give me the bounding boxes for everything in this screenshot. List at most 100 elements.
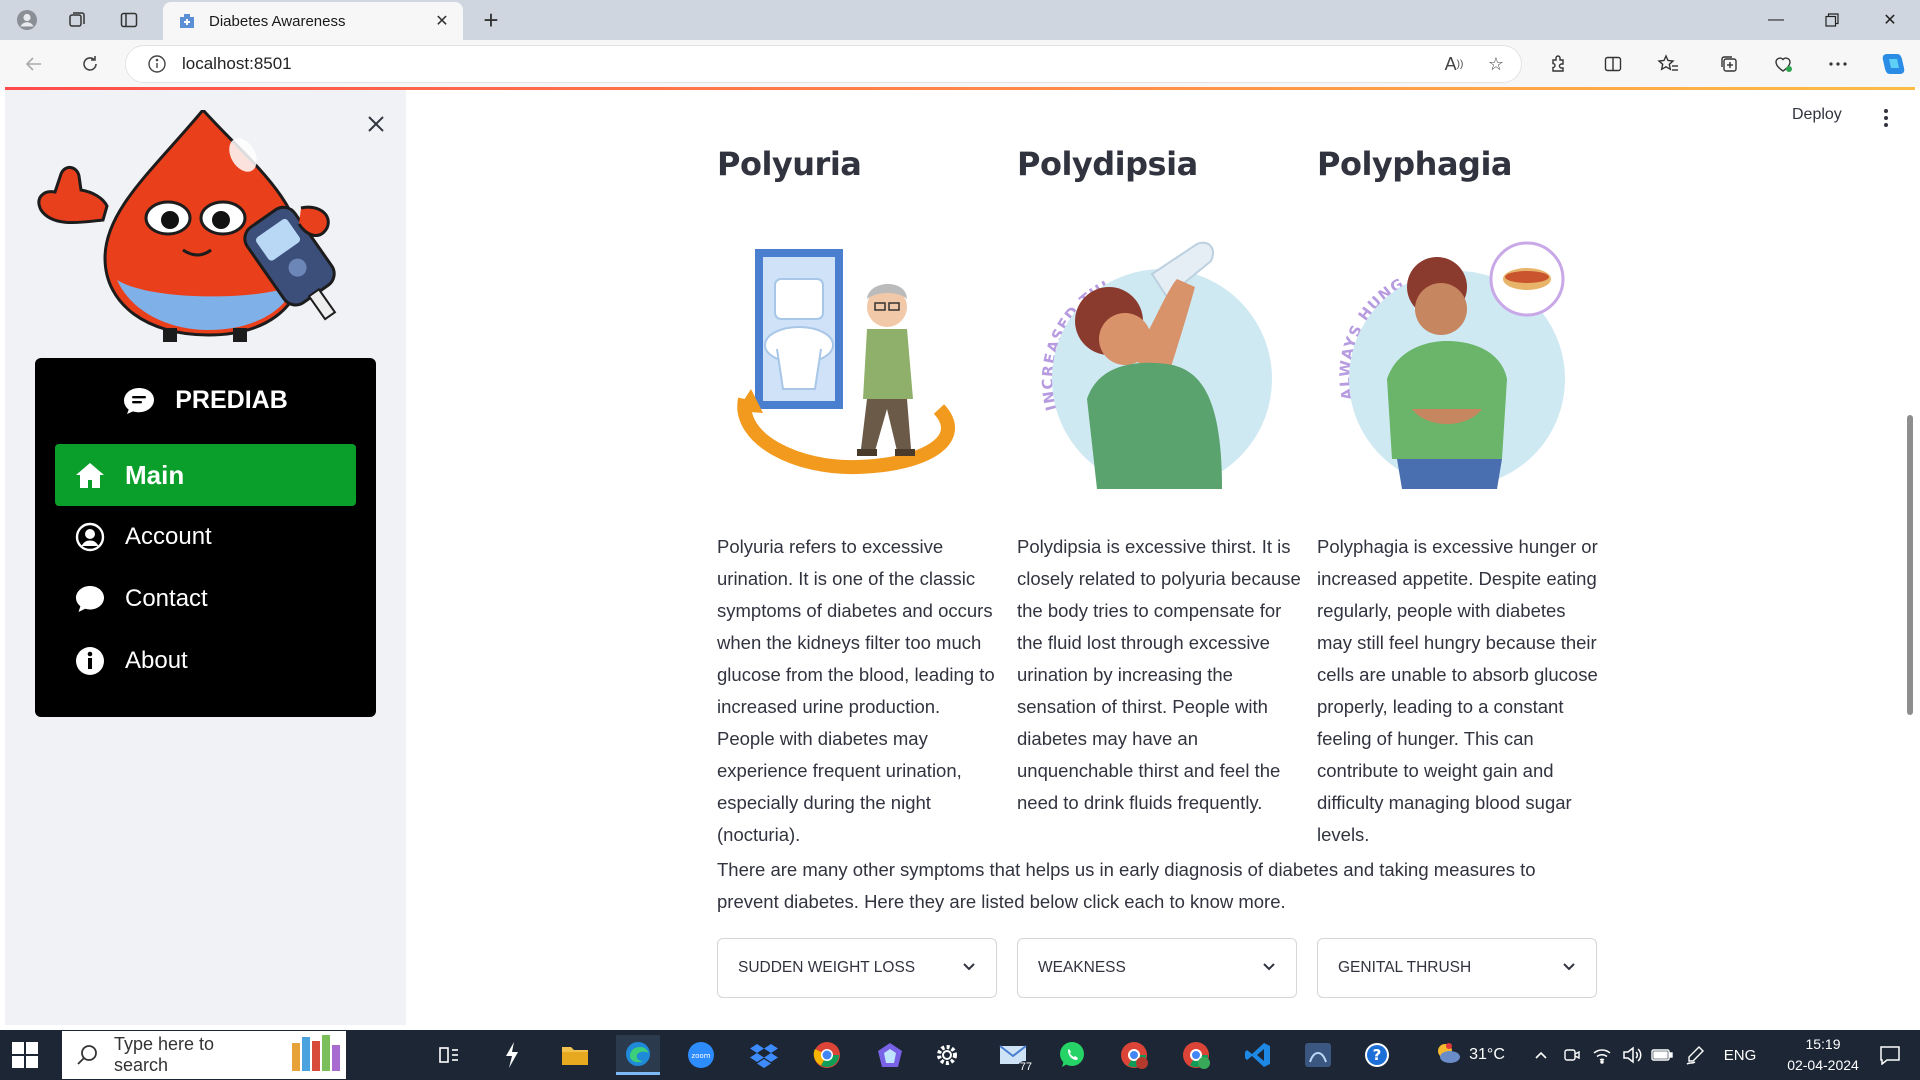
split-screen-icon[interactable] bbox=[1596, 49, 1630, 79]
sidebar-item-about[interactable]: About bbox=[55, 630, 356, 692]
favorite-star-icon[interactable]: ☆ bbox=[1479, 47, 1513, 81]
mail-icon[interactable]: 77 bbox=[992, 1035, 1036, 1075]
blood-drop-mascot-logo bbox=[33, 107, 379, 342]
main-menu-icon[interactable] bbox=[1874, 104, 1898, 132]
site-info-icon[interactable] bbox=[146, 53, 168, 75]
expander-weakness[interactable]: WEAKNESS bbox=[1017, 938, 1297, 998]
expander-label: GENITAL THRUSH bbox=[1338, 959, 1472, 976]
weather-temperature: 31°C bbox=[1469, 1046, 1505, 1063]
search-placeholder: Type here to search bbox=[114, 1034, 215, 1075]
wifi-icon[interactable] bbox=[1590, 1030, 1614, 1080]
back-icon[interactable] bbox=[18, 49, 50, 79]
chevron-down-icon bbox=[1262, 959, 1276, 977]
chat-bubble-icon bbox=[75, 584, 105, 614]
workspaces-icon[interactable] bbox=[62, 6, 92, 34]
volume-icon[interactable] bbox=[1620, 1030, 1644, 1080]
refresh-icon[interactable] bbox=[74, 49, 106, 79]
more-options-icon[interactable] bbox=[1821, 49, 1855, 79]
symptom-title: Polydipsia bbox=[1017, 145, 1198, 183]
meet-now-icon[interactable] bbox=[1560, 1030, 1584, 1080]
notifications-icon[interactable] bbox=[1868, 1030, 1912, 1080]
settings-gear-icon[interactable] bbox=[925, 1035, 969, 1075]
anaconda-app-icon[interactable] bbox=[1296, 1035, 1340, 1075]
window-close-icon[interactable]: ✕ bbox=[1862, 0, 1918, 40]
help-icon[interactable]: ? bbox=[1355, 1035, 1399, 1075]
url-text: localhost:8501 bbox=[182, 54, 292, 73]
browser-essentials-icon[interactable] bbox=[1766, 49, 1800, 79]
profile-icon[interactable] bbox=[12, 6, 42, 34]
chevron-down-icon bbox=[1562, 959, 1576, 977]
chrome-profile-b-icon[interactable] bbox=[1174, 1035, 1218, 1075]
weather-cloudy-icon bbox=[1435, 1042, 1461, 1069]
restore-icon[interactable] bbox=[1804, 0, 1860, 40]
info-icon bbox=[75, 646, 105, 676]
tab-actions-icon[interactable] bbox=[114, 6, 144, 34]
sidebar-item-account[interactable]: Account bbox=[55, 506, 356, 568]
zoom-app-icon[interactable]: zoom bbox=[679, 1035, 723, 1075]
menu-header: PREDIAB bbox=[35, 386, 376, 415]
clock-time: 15:19 bbox=[1805, 1036, 1841, 1052]
file-explorer-icon[interactable] bbox=[553, 1035, 597, 1075]
bolt-app-icon[interactable] bbox=[490, 1035, 534, 1075]
home-icon bbox=[75, 460, 105, 490]
extensions-icon[interactable] bbox=[1541, 49, 1575, 79]
symptom-description: Polydipsia is excessive thirst. It is cl… bbox=[1017, 536, 1301, 813]
symptom-card-polyuria: Polyuria Polyuria refers to excessive ur… bbox=[717, 145, 1002, 851]
windows-start-icon[interactable] bbox=[12, 1042, 38, 1068]
other-symptoms-intro: There are many other symptoms that helps… bbox=[717, 859, 1536, 912]
sidebar-item-label: Main bbox=[125, 459, 185, 490]
read-aloud-icon[interactable]: A)) bbox=[1437, 47, 1471, 81]
sidebar-item-main[interactable]: Main bbox=[55, 444, 356, 506]
search-icon bbox=[76, 1044, 98, 1066]
navigation-menu: PREDIAB Main Account Contact About bbox=[35, 358, 376, 717]
task-view-icon[interactable] bbox=[427, 1035, 471, 1075]
symptom-title: Polyuria bbox=[717, 145, 862, 183]
toilet-frequent-urination-illustration bbox=[717, 229, 977, 489]
active-tab[interactable]: Diabetes Awareness ✕ bbox=[163, 2, 463, 40]
expander-genital-thrush[interactable]: GENITAL THRUSH bbox=[1317, 938, 1597, 998]
sidebar-item-contact[interactable]: Contact bbox=[55, 568, 356, 630]
chrome-icon[interactable] bbox=[805, 1035, 849, 1075]
symptom-description: Polyphagia is excessive hunger or increa… bbox=[1317, 536, 1598, 845]
edge-browser-icon[interactable] bbox=[616, 1035, 660, 1075]
dropbox-icon[interactable] bbox=[742, 1035, 786, 1075]
copilot-app-icon[interactable] bbox=[868, 1035, 912, 1075]
whatsapp-icon[interactable] bbox=[1050, 1035, 1094, 1075]
chevron-down-icon bbox=[962, 959, 976, 977]
taskbar-search-box[interactable]: Type here to search bbox=[62, 1031, 346, 1079]
symptom-card-polyphagia: Polyphagia ALWAYS HUNGRY Polyphagia is e… bbox=[1310, 145, 1602, 851]
weather-widget[interactable]: 31°C bbox=[1420, 1030, 1520, 1080]
drinking-water-increased-thirst-illustration: INCREASED THIRST bbox=[1011, 215, 1277, 489]
battery-icon[interactable] bbox=[1650, 1030, 1674, 1080]
browser-toolbar: localhost:8501 A)) ☆ bbox=[0, 40, 1920, 88]
hospital-favicon-icon bbox=[177, 11, 197, 31]
copilot-icon[interactable] bbox=[1876, 49, 1910, 79]
expander-label: WEAKNESS bbox=[1038, 959, 1126, 976]
address-bar[interactable]: localhost:8501 A)) ☆ bbox=[125, 45, 1522, 83]
chrome-profile-a-icon[interactable] bbox=[1112, 1035, 1156, 1075]
sidebar-item-label: Account bbox=[125, 523, 212, 550]
favorites-icon[interactable] bbox=[1651, 49, 1685, 79]
expander-sudden-weight-loss[interactable]: SUDDEN WEIGHT LOSS bbox=[717, 938, 997, 998]
deploy-button[interactable]: Deploy bbox=[1792, 106, 1842, 124]
pen-workspace-icon[interactable] bbox=[1682, 1030, 1708, 1080]
expander-label: SUDDEN WEIGHT LOSS bbox=[738, 959, 916, 976]
new-tab-button[interactable]: + bbox=[476, 5, 506, 35]
show-hidden-icons-chevron-icon[interactable] bbox=[1528, 1030, 1554, 1080]
collections-icon[interactable] bbox=[1712, 49, 1746, 79]
symptom-title: Polyphagia bbox=[1317, 145, 1513, 183]
input-language[interactable]: ENG bbox=[1720, 1030, 1760, 1080]
vscode-icon[interactable] bbox=[1236, 1035, 1280, 1075]
system-clock[interactable]: 15:19 02-04-2024 bbox=[1778, 1034, 1868, 1076]
minimize-icon[interactable]: — bbox=[1748, 0, 1804, 40]
mail-badge: 77 bbox=[1017, 1061, 1034, 1073]
svg-text:?: ? bbox=[1373, 1046, 1382, 1064]
tab-close-icon[interactable]: ✕ bbox=[431, 10, 453, 32]
sidebar-item-label: About bbox=[125, 647, 188, 674]
sidebar-item-label: Contact bbox=[125, 585, 208, 612]
hungry-person-hotdog-illustration: ALWAYS HUNGRY bbox=[1310, 215, 1577, 489]
symptom-description: Polyuria refers to excessive urination. … bbox=[717, 536, 995, 845]
chat-dots-icon bbox=[123, 387, 155, 415]
vertical-scrollbar[interactable] bbox=[1907, 415, 1913, 715]
clock-date: 02-04-2024 bbox=[1787, 1057, 1859, 1073]
